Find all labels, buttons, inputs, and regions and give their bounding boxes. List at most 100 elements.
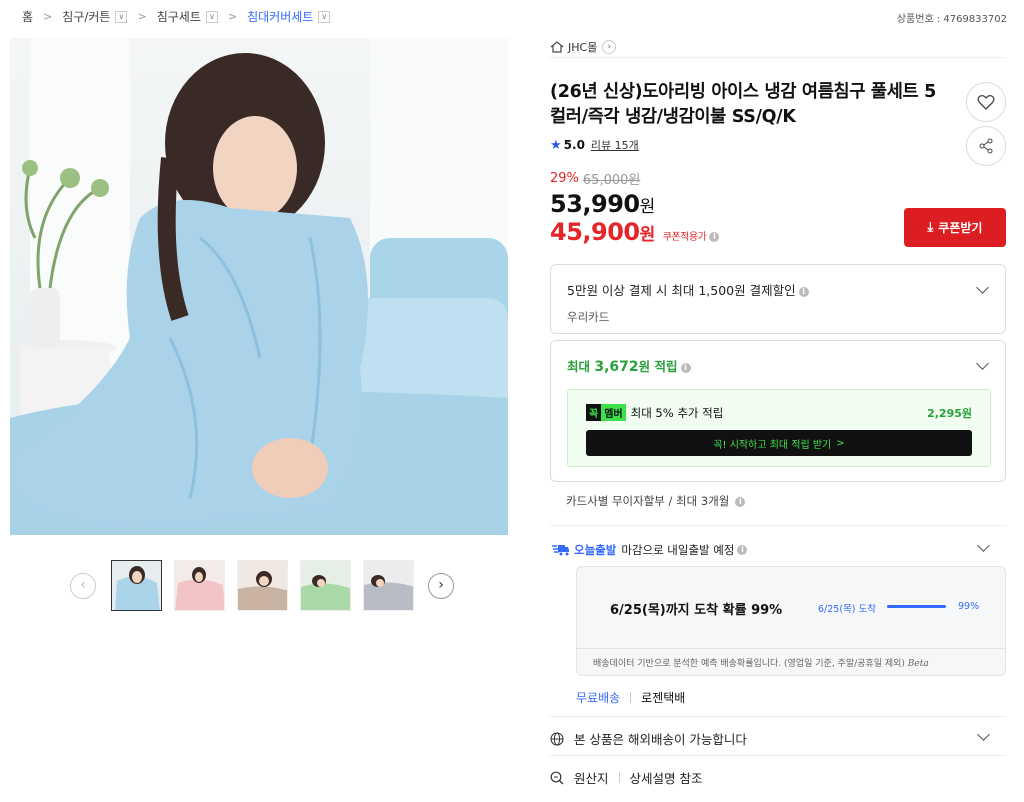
divider: [550, 525, 1006, 526]
card-discount-text: 5만원 이상 결제 시 최대 1,500원 결제할인: [567, 283, 796, 298]
thumbnail-strip: ‹ ›: [70, 560, 454, 611]
share-button[interactable]: [966, 126, 1006, 166]
product-title: (26년 신상)도아리빙 아이스 냉감 여름침구 풀세트 5컬러/즉각 냉감/냉…: [550, 82, 936, 127]
original-price: 65,000원: [582, 173, 641, 188]
beta-label: Beta: [907, 659, 929, 669]
member-benefit-text: 최대 5% 추가 적립: [630, 405, 724, 420]
sale-price-unit: 원: [639, 197, 656, 217]
points-amount: 3,672: [594, 359, 639, 375]
get-coupon-button[interactable]: ⤓ 쿠폰받기: [904, 208, 1006, 247]
product-info-panel: JHC몰 › (26년 신상)도아리빙 아이스 냉감 여름침구 풀세트 5컬러/…: [550, 38, 1006, 786]
seller-name[interactable]: JHC몰: [568, 39, 597, 55]
points-suffix: 원 적립: [638, 359, 678, 374]
delivery-note-text: 배송데이터 기반으로 분석한 예측 배송확률입니다. (영업일 기준, 주말/공…: [593, 659, 905, 669]
member-logo-part2: 멤버: [601, 404, 626, 421]
chevron-down-icon[interactable]: ∨: [115, 10, 128, 23]
card-name: 우리카드: [567, 310, 610, 324]
rating-score: 5.0: [563, 138, 585, 152]
heart-icon: [977, 94, 995, 110]
member-join-label: 꼭! 시작하고 최대 적립 받기: [713, 439, 832, 451]
wishlist-button[interactable]: [966, 82, 1006, 122]
probability-percent: 99%: [958, 601, 980, 612]
discount-row: 29% 65,000원: [550, 169, 1006, 188]
product-number: 상품번호 : 4769833702: [896, 14, 1007, 25]
rating-row: ★ 5.0 리뷰 15개: [550, 137, 1006, 153]
free-shipping-label: 무료배송: [576, 691, 621, 705]
chevron-right-icon: >: [836, 437, 845, 449]
points-summary: 최대 3,672원 적립 i: [567, 356, 989, 375]
breadcrumb-label[interactable]: 홈: [22, 8, 33, 25]
member-benefit-amount: 2,295원: [927, 406, 972, 420]
chevron-down-icon[interactable]: ∨: [318, 10, 331, 23]
breadcrumb-label[interactable]: 침구/커튼: [62, 8, 110, 25]
product-photo: [10, 38, 508, 535]
breadcrumb-label[interactable]: 침구세트: [157, 8, 201, 25]
info-icon[interactable]: i: [680, 362, 691, 373]
breadcrumb-bed-cover-set[interactable]: 침대커버세트 ∨: [247, 8, 331, 25]
dispatch-message: 마감으로 내일출발 예정: [621, 543, 735, 557]
points-box[interactable]: 최대 3,672원 적립 i 꼭 멤버 최대 5% 추가 적립 2,295원 꼭! …: [550, 340, 1006, 482]
info-icon[interactable]: i: [735, 496, 746, 507]
chevron-right-icon[interactable]: ›: [602, 40, 617, 54]
delivery-note: 배송데이터 기반으로 분석한 예측 배송확률입니다. (영업일 기준, 주말/공…: [593, 656, 929, 669]
truck-icon: [552, 545, 569, 556]
thumbnail-sky-blue[interactable]: [111, 560, 162, 611]
discount-percent: 29%: [550, 171, 579, 186]
sale-price-value: 53,990: [550, 190, 640, 218]
info-icon[interactable]: i: [737, 545, 748, 555]
info-icon[interactable]: i: [709, 232, 720, 242]
magnifier-icon: [550, 771, 564, 784]
divider: [618, 772, 620, 783]
divider: [577, 648, 1005, 649]
shipping-header[interactable]: 오늘출발 마감으로 내일출발 예정 i: [552, 542, 748, 558]
delivery-probability-box: 6/25(목)까지 도착 확률 99% 6/25(목) 도착 99% 배송데이터…: [576, 566, 1006, 676]
review-count-link[interactable]: 리뷰 15개: [591, 137, 639, 153]
thumbnail-beige[interactable]: [237, 560, 288, 611]
breadcrumb-label[interactable]: 침대커버세트: [247, 8, 313, 25]
breadcrumb-home[interactable]: 홈 >: [22, 8, 62, 25]
points-prefix: 최대: [567, 359, 595, 374]
probability-bar: [887, 605, 946, 608]
member-logo-part1: 꼭: [586, 404, 602, 421]
coupon-price-unit: 원: [639, 225, 656, 245]
origin-value: 상세설명 참조: [629, 771, 703, 786]
thumbnail-pink[interactable]: [174, 560, 225, 611]
chevron-down-icon[interactable]: [977, 539, 990, 552]
card-discount-line: 5만원 이상 결제 시 최대 1,500원 결제할인 i: [567, 280, 989, 299]
share-icon: [979, 138, 993, 154]
member-row: 꼭 멤버 최대 5% 추가 적립 2,295원: [586, 404, 972, 421]
arrival-date-label: 6/25(목) 도착: [818, 604, 876, 615]
origin-row: 원산지 상세설명 참조: [550, 768, 703, 787]
coupon-price-value: 45,900: [550, 218, 640, 246]
delivery-info: 무료배송 로젠택배: [576, 689, 685, 706]
carrier-name: 로젠택배: [641, 691, 686, 705]
star-icon: ★: [550, 137, 562, 153]
seller-store-link[interactable]: JHC몰 ›: [550, 38, 1006, 58]
chevron-right-icon: >: [227, 10, 238, 23]
thumbnail-gray[interactable]: [363, 560, 414, 611]
international-shipping-row[interactable]: 본 상품은 해외배송이 가능합니다: [550, 729, 747, 748]
card-discount-box[interactable]: 5만원 이상 결제 시 최대 1,500원 결제할인 i 우리카드: [550, 264, 1006, 334]
breadcrumb-bedding-curtain[interactable]: 침구/커튼 ∨ >: [62, 8, 156, 25]
globe-icon: [550, 731, 564, 746]
info-icon[interactable]: i: [798, 286, 809, 297]
divider: [550, 716, 1006, 717]
chevron-down-icon[interactable]: [977, 728, 990, 741]
thumbnail-mint[interactable]: [300, 560, 351, 611]
divider: [550, 755, 1006, 756]
product-main-image[interactable]: [10, 38, 508, 535]
home-icon: [550, 41, 564, 53]
installment-text: 카드사별 무이자할부 / 최대 3개월: [566, 494, 730, 508]
thumbnail-prev-button[interactable]: ‹: [70, 572, 96, 599]
installment-info: 카드사별 무이자할부 / 최대 3개월 i: [566, 493, 746, 509]
download-icon: ⤓: [927, 220, 934, 235]
chevron-down-icon[interactable]: ∨: [205, 10, 218, 23]
origin-label: 원산지: [574, 771, 609, 786]
member-join-button[interactable]: 꼭! 시작하고 최대 적립 받기 >: [586, 430, 972, 456]
breadcrumb-bedding-set[interactable]: 침구세트 ∨ >: [157, 8, 247, 25]
chevron-right-icon: >: [137, 10, 147, 23]
thumbnail-next-button[interactable]: ›: [428, 572, 454, 599]
today-dispatch-label: 오늘출발: [574, 543, 617, 557]
coupon-price-note: 쿠폰적용가 i: [663, 228, 720, 243]
coupon-button-label: 쿠폰받기: [938, 221, 983, 235]
